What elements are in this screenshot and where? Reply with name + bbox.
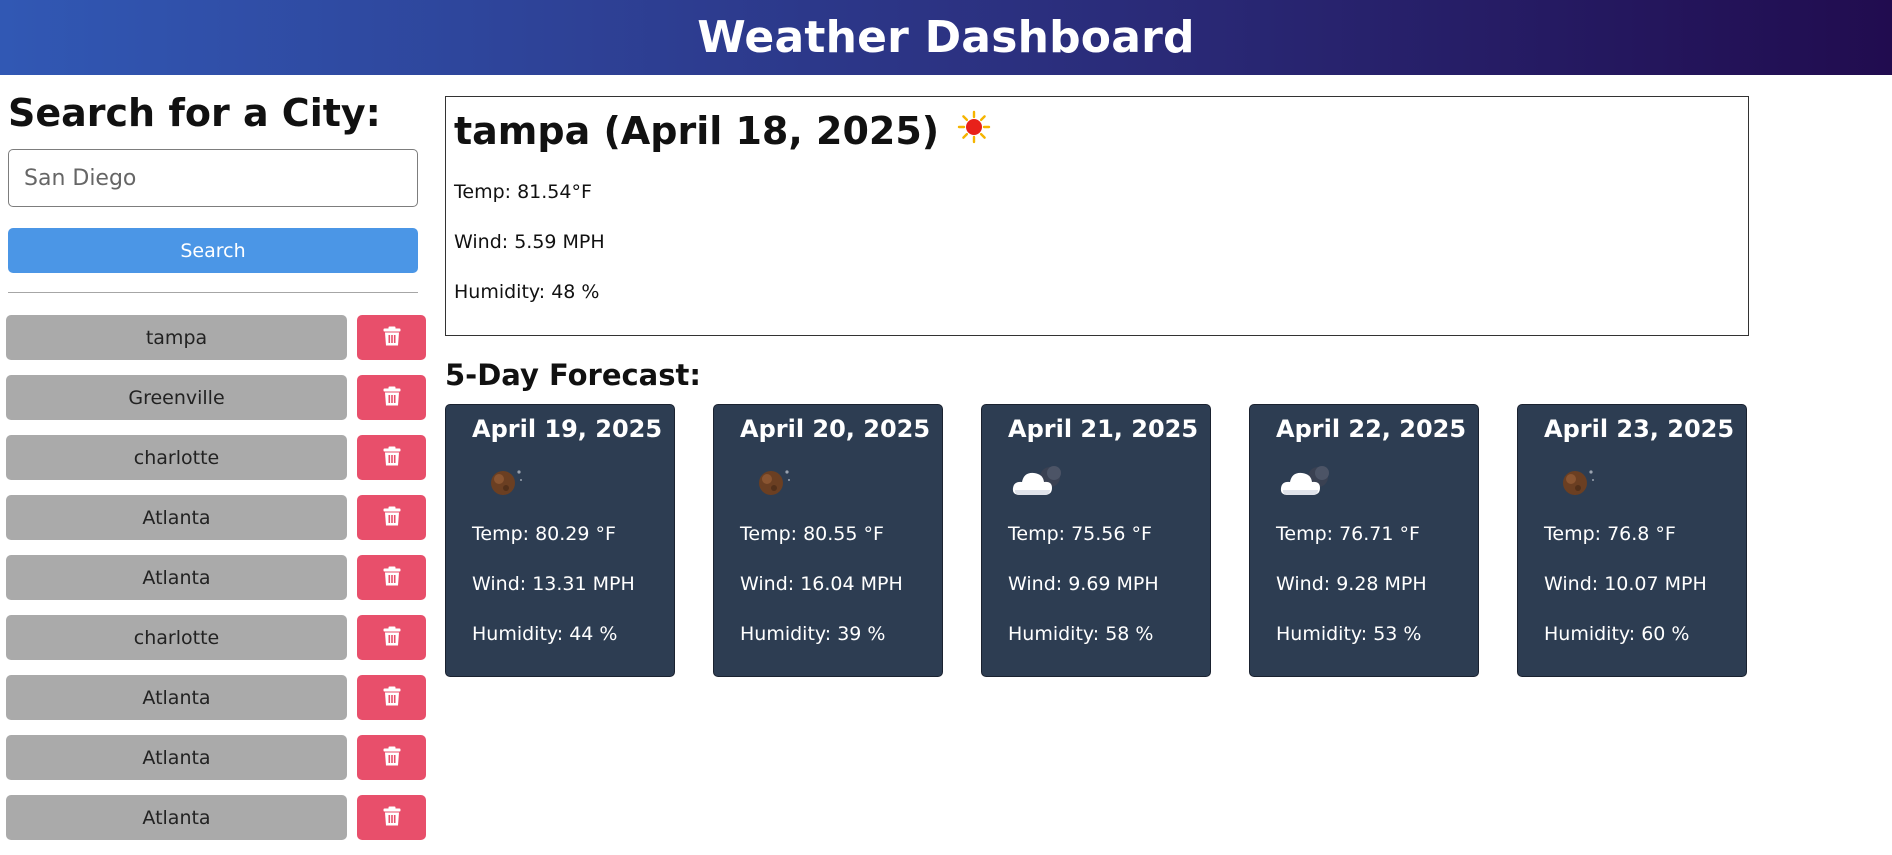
delete-history-button[interactable]: [357, 375, 426, 420]
history-city-button[interactable]: Atlanta: [6, 495, 347, 540]
current-temp: Temp: 81.54°F: [454, 181, 592, 203]
night-cloud-icon: [1010, 463, 1068, 503]
trash-icon: [383, 446, 401, 469]
current-city-date: tampa (April 18, 2025): [454, 109, 940, 153]
trash-icon: [383, 806, 401, 829]
search-heading: Search for a City:: [8, 91, 381, 135]
forecast-card: April 22, 2025 Temp: 76.71 °F Wind: 9.28…: [1249, 404, 1479, 677]
app-header: Weather Dashboard: [0, 0, 1892, 75]
current-weather-title: tampa (April 18, 2025): [454, 97, 1740, 153]
search-history-list: tampa Greenville charlotte Atlanta Atlan…: [6, 315, 426, 855]
forecast-list: April 19, 2025 Temp: 80.29 °F Wind: 13.3…: [445, 404, 1747, 677]
forecast-wind: Wind: 10.07 MPH: [1544, 573, 1707, 595]
history-city-button[interactable]: Atlanta: [6, 795, 347, 840]
forecast-wind: Wind: 9.28 MPH: [1276, 573, 1427, 595]
history-row: Atlanta: [6, 495, 426, 540]
forecast-card: April 20, 2025 Temp: 80.55 °F Wind: 16.0…: [713, 404, 943, 677]
trash-icon: [383, 506, 401, 529]
delete-history-button[interactable]: [357, 795, 426, 840]
trash-icon: [383, 746, 401, 769]
current-wind: Wind: 5.59 MPH: [454, 231, 605, 253]
forecast-wind: Wind: 9.69 MPH: [1008, 573, 1159, 595]
delete-history-button[interactable]: [357, 315, 426, 360]
forecast-date: April 20, 2025: [740, 415, 931, 443]
history-row: charlotte: [6, 615, 426, 660]
delete-history-button[interactable]: [357, 555, 426, 600]
delete-history-button[interactable]: [357, 675, 426, 720]
forecast-card: April 23, 2025 Temp: 76.8 °F Wind: 10.07…: [1517, 404, 1747, 677]
history-row: Greenville: [6, 375, 426, 420]
sidebar-divider: [8, 292, 418, 293]
night-clear-icon: [754, 463, 794, 503]
trash-icon: [383, 626, 401, 649]
forecast-date: April 23, 2025: [1544, 415, 1735, 443]
delete-history-button[interactable]: [357, 735, 426, 780]
city-search-input[interactable]: [8, 149, 418, 207]
current-weather-card: tampa (April 18, 2025) Temp: 81.54°F Win…: [445, 96, 1749, 336]
app-title: Weather Dashboard: [697, 12, 1195, 63]
forecast-card: April 19, 2025 Temp: 80.29 °F Wind: 13.3…: [445, 404, 675, 677]
forecast-heading: 5-Day Forecast:: [445, 358, 701, 392]
history-row: Atlanta: [6, 735, 426, 780]
forecast-card: April 21, 2025 Temp: 75.56 °F Wind: 9.69…: [981, 404, 1211, 677]
history-row: charlotte: [6, 435, 426, 480]
forecast-date: April 19, 2025: [472, 415, 663, 443]
night-cloud-icon: [1278, 463, 1336, 503]
forecast-humidity: Humidity: 44 %: [472, 623, 618, 645]
history-city-button[interactable]: charlotte: [6, 615, 347, 660]
history-row: Atlanta: [6, 675, 426, 720]
history-city-button[interactable]: Greenville: [6, 375, 347, 420]
trash-icon: [383, 566, 401, 589]
forecast-date: April 22, 2025: [1276, 415, 1467, 443]
delete-history-button[interactable]: [357, 615, 426, 660]
forecast-humidity: Humidity: 39 %: [740, 623, 886, 645]
sun-icon: [957, 109, 991, 153]
forecast-humidity: Humidity: 58 %: [1008, 623, 1154, 645]
history-city-button[interactable]: Atlanta: [6, 735, 347, 780]
search-button[interactable]: Search: [8, 228, 418, 273]
forecast-humidity: Humidity: 53 %: [1276, 623, 1422, 645]
trash-icon: [383, 326, 401, 349]
history-row: Atlanta: [6, 795, 426, 840]
delete-history-button[interactable]: [357, 495, 426, 540]
forecast-temp: Temp: 76.8 °F: [1544, 523, 1676, 545]
night-clear-icon: [486, 463, 526, 503]
trash-icon: [383, 686, 401, 709]
history-row: Atlanta: [6, 555, 426, 600]
history-row: tampa: [6, 315, 426, 360]
trash-icon: [383, 386, 401, 409]
night-clear-icon: [1558, 463, 1598, 503]
history-city-button[interactable]: charlotte: [6, 435, 347, 480]
history-city-button[interactable]: tampa: [6, 315, 347, 360]
forecast-temp: Temp: 76.71 °F: [1276, 523, 1420, 545]
forecast-humidity: Humidity: 60 %: [1544, 623, 1690, 645]
forecast-temp: Temp: 80.55 °F: [740, 523, 884, 545]
forecast-date: April 21, 2025: [1008, 415, 1199, 443]
forecast-wind: Wind: 16.04 MPH: [740, 573, 903, 595]
delete-history-button[interactable]: [357, 435, 426, 480]
history-city-button[interactable]: Atlanta: [6, 555, 347, 600]
forecast-temp: Temp: 80.29 °F: [472, 523, 616, 545]
history-city-button[interactable]: Atlanta: [6, 675, 347, 720]
current-humidity: Humidity: 48 %: [454, 281, 600, 303]
weather-main: tampa (April 18, 2025) Temp: 81.54°F Win…: [445, 96, 1749, 677]
forecast-wind: Wind: 13.31 MPH: [472, 573, 635, 595]
forecast-temp: Temp: 75.56 °F: [1008, 523, 1152, 545]
